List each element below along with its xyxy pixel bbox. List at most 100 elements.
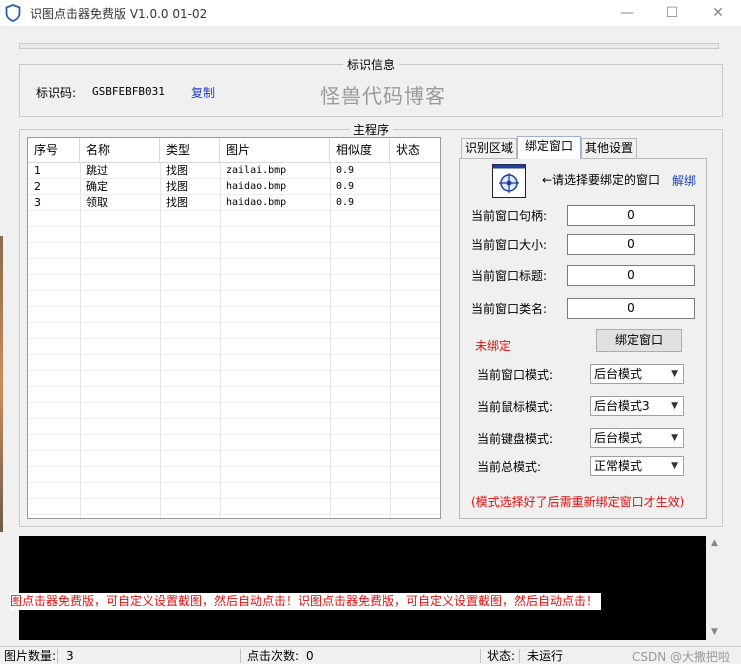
cell-status (390, 195, 440, 211)
cell-image: zailai.bmp (226, 165, 287, 176)
csdn-credit: CSDN @大撒把啦 (632, 650, 731, 664)
cell-similarity: 0.9 (336, 165, 355, 176)
table-row[interactable] (28, 227, 440, 243)
unbind-link[interactable]: 解绑 (672, 172, 696, 189)
window-mode-label: 当前窗口模式: (477, 368, 554, 382)
table-row[interactable] (28, 211, 440, 227)
log-console[interactable] (19, 536, 706, 640)
minimize-button[interactable]: — (617, 3, 637, 23)
table-row[interactable] (28, 499, 440, 515)
maximize-button[interactable]: ☐ (662, 3, 682, 23)
keyboard-mode-value: 后台模式 (594, 431, 643, 445)
table-row[interactable]: 1 跳过 找图 zailai.bmp 0.9 (28, 163, 440, 179)
console-scrollbar[interactable]: ▲ ▼ (706, 536, 723, 640)
cell-type: 找图 (166, 164, 188, 177)
size-field[interactable]: 0 (567, 234, 695, 255)
run-state-label: 状态: (487, 649, 516, 663)
mode-note: (模式选择好了后需重新绑定窗口才生效) (471, 495, 685, 509)
task-table[interactable]: 序号 名称 类型 图片 相似度 状态 1 跳过 找图 zailai.bmp 0.9 2 确定… (27, 137, 441, 519)
run-state-value: 未运行 (527, 649, 564, 663)
cell-image: haidao.bmp (226, 181, 287, 192)
window-mode-select[interactable]: 后台模式 ▼ (590, 364, 684, 384)
tab-other-settings[interactable]: 其他设置 (581, 138, 637, 159)
size-label: 当前窗口大小: (471, 238, 548, 252)
cell-status (390, 163, 440, 179)
image-count-value: 3 (66, 649, 74, 663)
keyboard-mode-select[interactable]: 后台模式 ▼ (590, 428, 684, 448)
class-field[interactable]: 0 (567, 298, 695, 319)
chevron-down-icon[interactable]: ▼ (706, 625, 723, 640)
table-row[interactable] (28, 387, 440, 403)
cell-no: 1 (34, 164, 41, 177)
shield-icon (5, 4, 21, 22)
cell-no: 2 (34, 180, 41, 193)
click-count-value: 0 (306, 649, 314, 663)
chevron-down-icon: ▼ (671, 433, 678, 443)
table-header: 序号 名称 类型 图片 相似度 状态 (28, 138, 440, 163)
title-field[interactable]: 0 (567, 265, 695, 286)
top-progress-strip (19, 43, 719, 49)
col-header-index[interactable]: 序号 (28, 138, 80, 163)
chevron-down-icon: ▼ (671, 401, 678, 411)
col-header-similarity[interactable]: 相似度 (330, 138, 390, 163)
scrolling-notice: 图点击器免费版，可自定义设置截图，然后自动点击！识图点击器免费版，可自定义设置截… (10, 593, 602, 610)
cell-no: 3 (34, 196, 41, 209)
table-row[interactable] (28, 339, 440, 355)
window-picker-icon[interactable] (492, 164, 526, 198)
desktop-strip (0, 236, 3, 532)
table-row[interactable] (28, 435, 440, 451)
table-row[interactable] (28, 259, 440, 275)
window-mode-value: 后台模式 (594, 367, 643, 381)
tab-bind-window[interactable]: 绑定窗口 (517, 136, 581, 159)
keyboard-mode-label: 当前键盘模式: (477, 432, 554, 446)
mouse-mode-select[interactable]: 后台模式3 ▼ (590, 396, 684, 416)
class-label: 当前窗口类名: (471, 302, 548, 316)
table-row[interactable] (28, 307, 440, 323)
tab-recognition-area[interactable]: 识别区域 (461, 138, 517, 159)
table-row[interactable] (28, 323, 440, 339)
overall-mode-label: 当前总模式: (477, 460, 542, 474)
table-row[interactable]: 3 领取 找图 haidao.bmp 0.9 (28, 195, 440, 211)
blog-watermark: 怪兽代码博客 (320, 84, 446, 108)
col-header-image[interactable]: 图片 (220, 138, 330, 163)
cell-type: 找图 (166, 196, 188, 209)
cell-status (390, 179, 440, 195)
table-row[interactable] (28, 243, 440, 259)
cell-image: haidao.bmp (226, 197, 287, 208)
table-row[interactable] (28, 275, 440, 291)
cell-name: 确定 (86, 180, 108, 193)
table-row[interactable] (28, 371, 440, 387)
cell-name: 跳过 (86, 164, 108, 177)
col-header-type[interactable]: 类型 (160, 138, 220, 163)
click-count-label: 点击次数: (247, 649, 300, 663)
table-row[interactable]: 2 确定 找图 haidao.bmp 0.9 (28, 179, 440, 195)
copy-link[interactable]: 复制 (191, 84, 215, 101)
id-code-label: 标识码: (36, 86, 77, 100)
table-row[interactable] (28, 355, 440, 371)
mouse-mode-value: 后台模式3 (594, 399, 650, 413)
table-row[interactable] (28, 467, 440, 483)
window-title: 识图点击器免费版 V1.0.0 01-02 (30, 7, 208, 21)
col-header-name[interactable]: 名称 (80, 138, 160, 163)
table-row[interactable] (28, 419, 440, 435)
id-code-value: GSBFEBFB031 (92, 85, 165, 98)
table-row[interactable] (28, 291, 440, 307)
mouse-mode-label: 当前鼠标模式: (477, 400, 554, 414)
handle-label: 当前窗口句柄: (471, 209, 548, 223)
main-program-legend: 主程序 (352, 123, 389, 137)
table-row[interactable] (28, 483, 440, 499)
table-row[interactable] (28, 451, 440, 467)
table-row[interactable] (28, 403, 440, 419)
handle-field[interactable]: 0 (567, 205, 695, 226)
chevron-up-icon[interactable]: ▲ (706, 536, 723, 551)
title-label: 当前窗口标题: (471, 269, 548, 283)
select-window-hint: ←请选择要绑定的窗口 (542, 173, 661, 187)
overall-mode-value: 正常模式 (594, 459, 643, 473)
image-count-label: 图片数量: (4, 649, 57, 663)
overall-mode-select[interactable]: 正常模式 ▼ (590, 456, 684, 476)
close-button[interactable]: ✕ (708, 3, 728, 23)
bind-window-button[interactable]: 绑定窗口 (596, 329, 682, 352)
col-header-status[interactable]: 状态 (390, 138, 440, 163)
cell-type: 找图 (166, 180, 188, 193)
title-bar: 识图点击器免费版 V1.0.0 01-02 — ☐ ✕ (0, 0, 741, 26)
